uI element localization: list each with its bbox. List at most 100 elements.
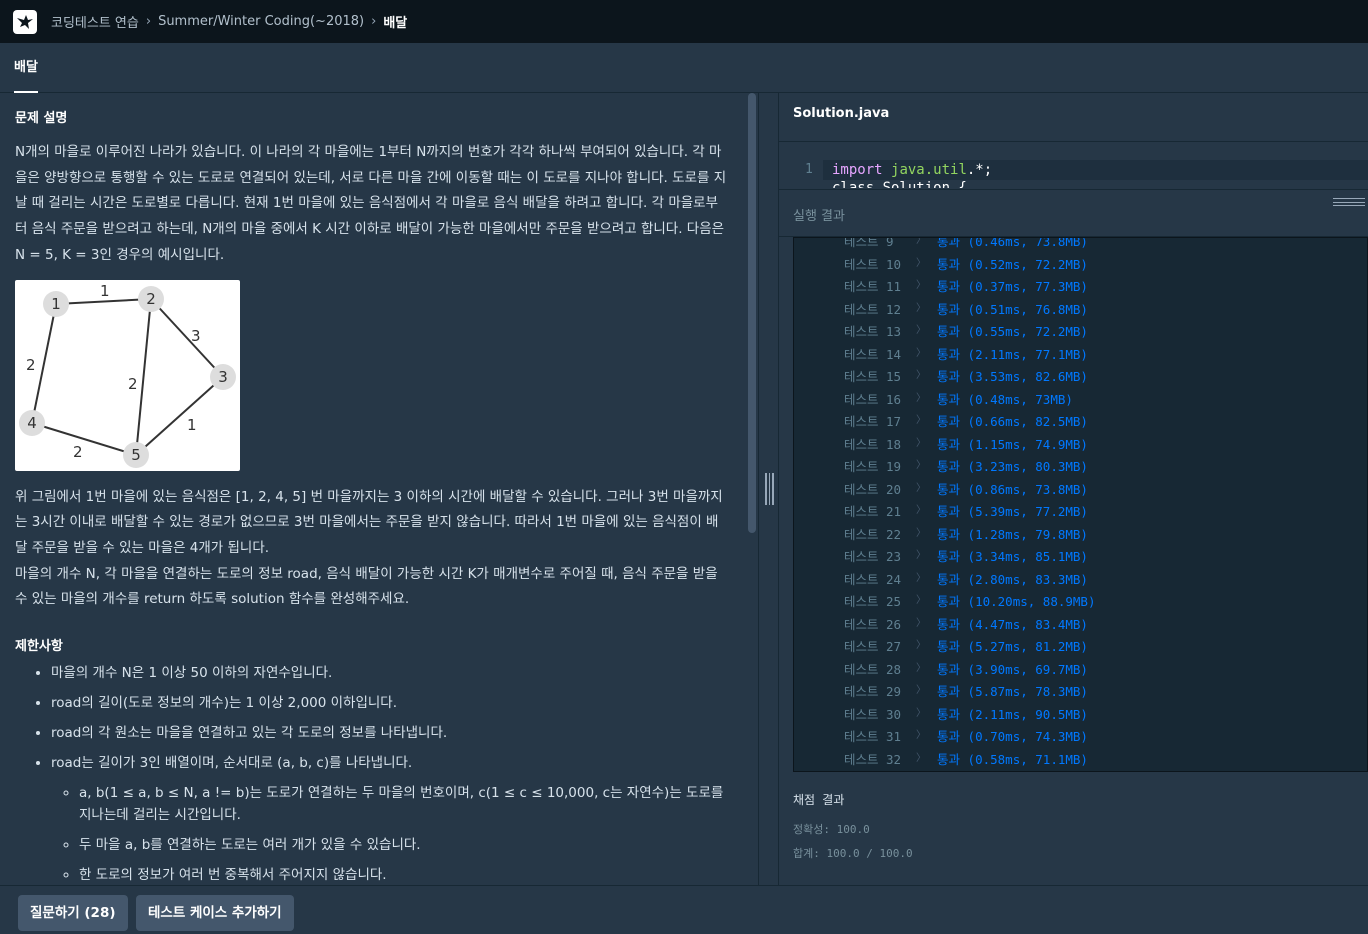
test-name: 테스트 26	[844, 616, 902, 632]
chevron-right-icon: 〉	[916, 415, 926, 426]
test-name: 테스트 10	[844, 256, 902, 272]
drag-handle-icon[interactable]	[765, 473, 774, 505]
description-paragraph-3: 마을의 개수 N, 각 마을을 연결하는 도로의 정보 road, 음식 배달이…	[15, 565, 718, 608]
chevron-right-icon: 〉	[916, 595, 926, 606]
constraints-heading: 제한사항	[15, 639, 63, 655]
test-result: 통과 (2.11ms, 90.5MB)	[937, 704, 1088, 723]
result-header: 실행 결과	[779, 189, 1368, 237]
result-row: 테스트 31 〉 통과 (0.70ms, 74.3MB)	[794, 726, 1367, 748]
chevron-right-icon: 〉	[916, 617, 926, 629]
test-spacer	[960, 639, 968, 654]
grading-result: 채점 결과 정확성: 100.0 합계: 100.0 / 100.0	[793, 791, 913, 861]
test-name: 테스트 11	[844, 279, 902, 294]
chevron-right-icon: 〉	[916, 370, 926, 381]
constraint-text: road는 길이가 3인 배열이며, 순서대로 (a, b, c)를 나타냅니다…	[51, 755, 413, 772]
tab-bar: 배달	[0, 43, 1368, 93]
result-row: 테스트 25 〉 통과 (10.20ms, 88.9MB)	[794, 591, 1367, 613]
test-detail: (0.51ms, 76.8MB)	[967, 301, 1088, 317]
test-status: 통과	[937, 639, 961, 654]
chevron-right-icon: 〉	[916, 437, 926, 449]
test-result: 통과 (0.46ms, 73.8MB)	[937, 237, 1088, 250]
editor-panel: Solution.java 1 import java.util.*; clas…	[779, 93, 1368, 885]
test-status: 통과	[937, 369, 961, 384]
sub-constraint-item: 한 도로의 정보가 여러 번 중복해서 주어지지 않습니다.	[79, 864, 728, 885]
total-score: 합계: 100.0 / 100.0	[793, 847, 913, 860]
test-spacer	[960, 347, 968, 362]
breadcrumb-item-current: 배달	[383, 16, 408, 31]
chevron-right-icon: ›	[371, 14, 377, 29]
problem-panel: 문제 설명 N개의 마을로 이루어진 나라가 있습니다. 이 나라의 각 마을에…	[0, 93, 758, 885]
test-name: 테스트 12	[844, 301, 902, 317]
constraint-item: road는 길이가 3인 배열이며, 순서대로 (a, b, c)를 나타냅니다…	[51, 752, 728, 885]
constraint-item: road의 길이(도로 정보의 개수)는 1 이상 2,000 이하입니다.	[51, 692, 728, 714]
node-label: 2	[146, 290, 156, 308]
edge-2-5	[135, 298, 152, 455]
programmers-logo[interactable]	[13, 9, 37, 34]
chevron-right-icon: 〉	[916, 640, 926, 651]
chevron-right-icon: 〉	[916, 482, 926, 494]
test-name: 테스트 13	[844, 324, 902, 339]
test-detail: (0.52ms, 72.2MB)	[967, 256, 1088, 272]
test-result: 통과 (5.87ms, 78.3MB)	[937, 681, 1088, 700]
test-status: 통과	[937, 459, 961, 474]
result-row: 테스트 24 〉 통과 (2.80ms, 83.3MB)	[794, 569, 1367, 591]
chevron-right-icon: 〉	[916, 550, 926, 561]
result-console[interactable]: 테스트 9 〉 통과 (0.46ms, 73.8MB) 테스트 10 〉 통과 (0.52…	[793, 237, 1368, 772]
test-detail: (0.48ms, 73MB)	[967, 391, 1073, 407]
test-name: 테스트 15	[844, 369, 902, 384]
file-tab[interactable]: Solution.java	[793, 106, 889, 121]
add-testcase-button[interactable]: 테스트 케이스 추가하기	[136, 895, 294, 931]
test-status: 통과	[937, 324, 961, 339]
footer-bar: 질문하기 (28) 테스트 케이스 추가하기	[0, 885, 1368, 934]
constraints-list: 마을의 개수 N은 1 이상 50 이하의 자연수입니다. road의 길이(도…	[15, 662, 728, 885]
code-line-2[interactable]: class Solution {	[832, 180, 967, 188]
test-name: 테스트 20	[844, 481, 902, 497]
test-detail: (1.28ms, 79.8MB)	[967, 526, 1088, 542]
chevron-right-icon: 〉	[916, 662, 926, 674]
chevron-right-icon: 〉	[916, 730, 926, 741]
chevron-right-icon: 〉	[916, 707, 926, 719]
test-result: 통과 (5.39ms, 77.2MB)	[937, 501, 1088, 520]
result-row: 테스트 29 〉 통과 (5.87ms, 78.3MB)	[794, 681, 1367, 703]
test-name: 테스트 18	[844, 436, 902, 452]
result-row: 테스트 13 〉 통과 (0.55ms, 72.2MB)	[794, 321, 1367, 343]
chevron-right-icon: 〉	[916, 325, 926, 336]
test-spacer	[960, 504, 968, 519]
test-detail: (2.11ms, 90.5MB)	[967, 706, 1088, 722]
test-status: 통과	[937, 684, 961, 699]
test-status: 통과	[937, 481, 961, 497]
code-editor[interactable]: 1 import java.util.*; class Solution {	[779, 141, 1368, 188]
result-row: 테스트 18 〉 통과 (1.15ms, 74.9MB)	[794, 434, 1367, 456]
test-result: 통과 (10.20ms, 88.9MB)	[937, 591, 1095, 610]
test-name: 테스트 25	[844, 594, 902, 609]
test-status: 통과	[937, 526, 961, 542]
chevron-right-icon: 〉	[916, 392, 926, 404]
tab-problem[interactable]: 배달	[14, 43, 38, 93]
resize-handle-icon[interactable]	[1333, 198, 1365, 206]
test-spacer	[960, 302, 968, 317]
code-line-1[interactable]: import java.util.*;	[832, 162, 992, 178]
result-row: 테스트 30 〉 통과 (2.11ms, 90.5MB)	[794, 704, 1367, 726]
chevron-right-icon: 〉	[916, 280, 926, 291]
test-status: 통과	[937, 237, 961, 249]
test-result: 통과 (1.28ms, 79.8MB)	[937, 524, 1088, 543]
test-result: 통과 (0.70ms, 74.3MB)	[937, 726, 1088, 745]
chevron-right-icon: 〉	[916, 685, 926, 696]
test-name: 테스트 19	[844, 459, 902, 474]
test-result: 통과 (1.15ms, 74.9MB)	[937, 434, 1088, 453]
problem-scrollbar[interactable]	[748, 93, 756, 533]
breadcrumb-item-coding-test[interactable]: 코딩테스트 연습	[51, 12, 139, 31]
test-result: 통과 (0.55ms, 72.2MB)	[937, 321, 1088, 340]
test-result: 통과 (2.80ms, 83.3MB)	[937, 569, 1088, 588]
test-name: 테스트 16	[844, 391, 902, 407]
test-detail: (3.23ms, 80.3MB)	[967, 459, 1088, 474]
description-heading: 문제 설명	[15, 111, 68, 126]
result-row: 테스트 19 〉 통과 (3.23ms, 80.3MB)	[794, 456, 1367, 478]
test-result: 통과 (4.47ms, 83.4MB)	[937, 614, 1088, 633]
ask-question-button[interactable]: 질문하기 (28)	[18, 895, 128, 931]
test-result: 통과 (3.34ms, 85.1MB)	[937, 546, 1088, 565]
test-spacer	[960, 572, 968, 587]
test-name: 테스트 21	[844, 504, 902, 519]
breadcrumb-item-summer-winter[interactable]: Summer/Winter Coding(~2018)	[158, 14, 364, 29]
test-detail: (3.90ms, 69.7MB)	[967, 661, 1088, 677]
